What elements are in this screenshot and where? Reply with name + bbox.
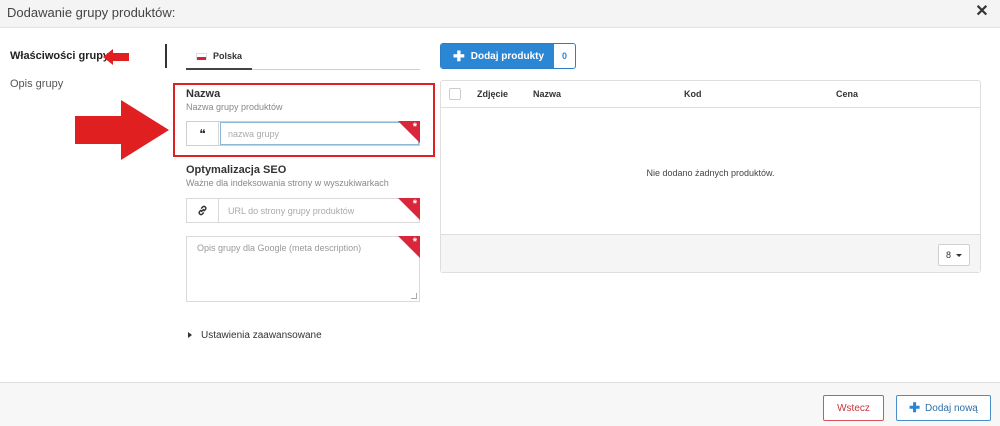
- url-input-group: *: [186, 198, 420, 223]
- group-name-input[interactable]: [220, 122, 419, 145]
- back-button[interactable]: Wstecz: [823, 395, 884, 421]
- nav-item-group-properties[interactable]: Właściwości grupy: [10, 50, 109, 62]
- resize-handle-icon[interactable]: [411, 293, 417, 299]
- advanced-settings-label: Ustawienia zaawansowane: [201, 330, 322, 341]
- required-asterisk-icon: *: [412, 121, 417, 133]
- products-count-badge: 0: [561, 51, 567, 61]
- table-header: Zdjęcie Nazwa Kod Cena: [441, 81, 980, 108]
- meta-description-textarea[interactable]: [187, 237, 419, 301]
- required-asterisk-icon: *: [412, 236, 417, 248]
- select-all-checkbox[interactable]: [449, 88, 461, 100]
- dialog-header: Dodawanie grupy produktów: ✕: [0, 0, 1000, 28]
- required-asterisk-icon: *: [412, 198, 417, 210]
- name-input-group: ❝ *: [186, 121, 420, 146]
- page-size-select[interactable]: 8: [938, 244, 970, 266]
- column-header-code: Kod: [684, 89, 702, 99]
- add-products-main: ✚ Dodaj produkty: [441, 44, 554, 68]
- name-section-title: Nazwa: [186, 88, 221, 100]
- plus-icon: ✚: [909, 400, 921, 415]
- add-product-group-dialog: Dodawanie grupy produktów: ✕ Właściwości…: [0, 0, 1000, 426]
- annotation-arrow-small-icon: [103, 49, 129, 65]
- add-products-label: Dodaj produkty: [470, 50, 545, 62]
- advanced-settings-toggle[interactable]: Ustawienia zaawansowane: [188, 330, 322, 341]
- link-icon: [187, 199, 219, 222]
- language-tabs: Polska: [186, 44, 420, 70]
- seo-section-title: Optymalizacja SEO: [186, 164, 287, 176]
- dialog-title: Dodawanie grupy produktów:: [7, 5, 176, 20]
- group-url-input[interactable]: [220, 199, 419, 222]
- column-header-photo: Zdjęcie: [477, 89, 509, 99]
- plus-icon: ✚: [453, 48, 465, 64]
- meta-description-box: *: [186, 236, 420, 302]
- tab-polska[interactable]: Polska: [186, 44, 252, 70]
- close-icon[interactable]: ✕: [974, 4, 990, 20]
- annotation-arrow-large-icon: [75, 100, 169, 160]
- column-header-price: Cena: [836, 89, 859, 99]
- empty-table-message: Nie dodano żadnych produktów.: [646, 168, 775, 178]
- column-header-name: Nazwa: [533, 89, 562, 99]
- name-section-subtitle: Nazwa grupy produktów: [186, 102, 283, 112]
- tab-label: Polska: [213, 51, 243, 61]
- nav-item-group-description[interactable]: Opis grupy: [10, 78, 63, 90]
- nav-active-indicator: [165, 44, 167, 68]
- add-products-button[interactable]: ✚ Dodaj produkty 0: [440, 43, 576, 69]
- add-new-label: Dodaj nową: [925, 402, 978, 414]
- add-new-button[interactable]: ✚ Dodaj nową: [896, 395, 991, 421]
- poland-flag-icon: [196, 53, 207, 60]
- page-size-value: 8: [945, 250, 951, 260]
- chevron-down-icon: [956, 253, 962, 257]
- dialog-footer: Wstecz ✚ Dodaj nową: [0, 382, 1000, 426]
- seo-section-subtitle: Ważne dla indeksowania strony w wyszukiw…: [186, 178, 389, 188]
- quote-icon: ❝: [187, 122, 219, 145]
- products-table: Zdjęcie Nazwa Kod Cena Nie dodano żadnyc…: [440, 80, 981, 273]
- caret-right-icon: [188, 332, 192, 339]
- table-footer: 8: [441, 234, 980, 272]
